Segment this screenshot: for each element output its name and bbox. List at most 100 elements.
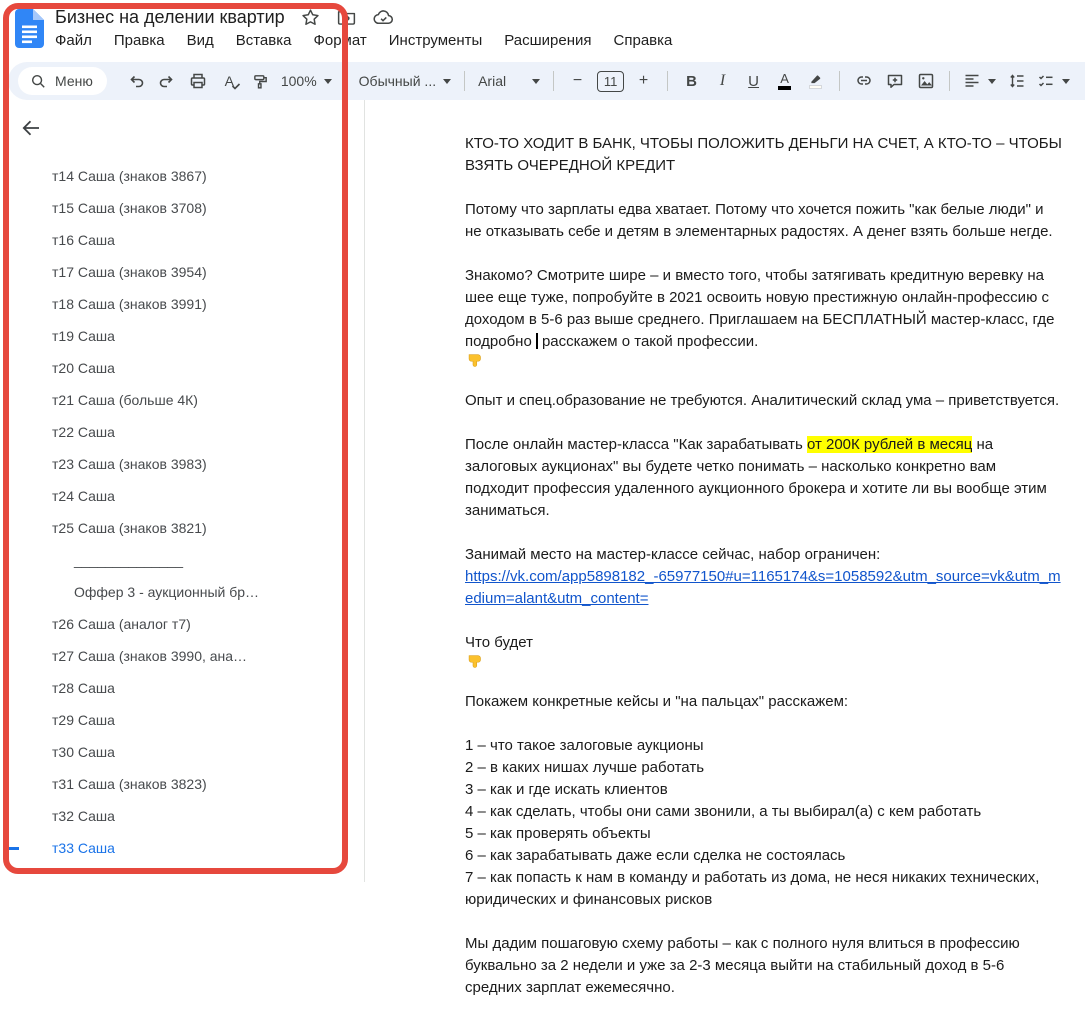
document-title[interactable]: Бизнес на делении квартир — [55, 7, 285, 28]
menu-item-0[interactable]: Файл — [55, 32, 92, 49]
menu-search-button[interactable]: Меню — [18, 67, 107, 95]
chevron-down-icon — [988, 78, 997, 84]
highlight-color-button[interactable] — [802, 68, 829, 95]
document-status-cloud-icon[interactable] — [372, 6, 395, 29]
paragraph-style-value: Обычный ... — [358, 73, 437, 89]
insert-link-button[interactable] — [850, 68, 877, 95]
zoom-select[interactable]: 100% — [276, 73, 337, 89]
outline-item[interactable]: т17 Саша (знаков 3954) — [0, 256, 364, 288]
point-down-emoji — [468, 655, 481, 668]
doc-paragraph[interactable]: Знакомо? Смотрите шире – и вместо того, … — [465, 265, 1062, 368]
outline-item[interactable]: т30 Саша — [0, 736, 364, 768]
text-color-button[interactable]: A — [771, 68, 798, 95]
move-to-folder-icon[interactable] — [336, 7, 357, 28]
outline-item[interactable]: т31 Саша (знаков 3823) — [0, 768, 364, 800]
doc-list-line[interactable]: 2 – в каких нишах лучше работать — [465, 757, 1062, 779]
print-icon — [191, 73, 206, 89]
increase-font-size-button[interactable]: + — [630, 68, 657, 95]
decrease-font-size-button[interactable]: − — [564, 68, 591, 95]
doc-list-line[interactable]: 3 – как и где искать клиентов — [465, 779, 1062, 801]
doc-list-line[interactable]: 6 – как зарабатывать даже если сделка не… — [465, 845, 1062, 867]
toolbar-divider — [839, 71, 841, 91]
signup-link[interactable]: https://vk.com/app5898182_-65977150#u=11… — [465, 568, 1061, 607]
outline-item[interactable]: т21 Саша (больше 4К) — [0, 384, 364, 416]
doc-paragraph[interactable]: После онлайн мастер-класса "Как зарабаты… — [465, 434, 1062, 522]
doc-paragraph[interactable]: Потому что зарплаты едва хватает. Потому… — [465, 199, 1062, 243]
doc-paragraph[interactable]: Мы дадим пошаговую схему работы – как с … — [465, 933, 1062, 999]
undo-button[interactable] — [123, 68, 150, 95]
point-down-emoji — [468, 354, 481, 367]
outline-item[interactable]: т32 Саша — [0, 800, 364, 832]
checklist-button[interactable] — [1032, 72, 1075, 90]
outline-item-label: т18 Саша (знаков 3991) — [52, 296, 207, 312]
doc-list-line[interactable]: 5 – как проверять объекты — [465, 823, 1062, 845]
insert-image-button[interactable] — [912, 68, 939, 95]
doc-paragraph[interactable]: Опыт и спец.образование не требуются. Ан… — [465, 390, 1062, 412]
outline-item[interactable]: Оффер 3 - аукционный бр… — [0, 576, 364, 608]
outline-item[interactable]: т22 Саша — [0, 416, 364, 448]
doc-list-line[interactable]: 7 – как попасть к нам в команду и работа… — [465, 867, 1062, 911]
menu-item-5[interactable]: Инструменты — [389, 32, 483, 49]
menu-item-7[interactable]: Справка — [614, 32, 673, 49]
line-spacing-button[interactable] — [1003, 68, 1030, 95]
doc-heading[interactable]: КТО-ТО ХОДИТ В БАНК, ЧТОБЫ ПОЛОЖИТЬ ДЕНЬ… — [465, 133, 1062, 177]
undo-icon — [130, 75, 144, 88]
outline-item[interactable]: т15 Саша (знаков 3708) — [0, 192, 364, 224]
chevron-down-icon — [443, 78, 452, 84]
bold-button[interactable]: B — [678, 68, 705, 95]
underline-button[interactable]: U — [740, 68, 767, 95]
doc-paragraph[interactable]: Что будет — [465, 632, 1062, 669]
outline-item[interactable]: т16 Саша — [0, 224, 364, 256]
outline-item-label: т23 Саша (знаков 3983) — [52, 456, 207, 472]
outline-item[interactable]: ______________ — [0, 544, 364, 576]
outline-item[interactable]: т14 Саша (знаков 3867) — [0, 160, 364, 192]
redo-icon — [160, 75, 173, 88]
doc-list-line[interactable]: 4 – как сделать, чтобы они сами звонили,… — [465, 801, 1062, 823]
outline-item-label: т15 Саша (знаков 3708) — [52, 200, 207, 216]
outline-item-label: т17 Саша (знаков 3954) — [52, 264, 207, 280]
outline-item[interactable]: т29 Саша — [0, 704, 364, 736]
italic-button[interactable]: I — [709, 68, 736, 95]
outline-item[interactable]: т20 Саша — [0, 352, 364, 384]
menu-item-1[interactable]: Правка — [114, 32, 165, 49]
star-icon[interactable] — [300, 7, 321, 28]
paragraph-style-select[interactable]: Обычный ... — [354, 73, 456, 89]
menu-item-4[interactable]: Формат — [313, 32, 366, 49]
doc-list[interactable]: 1 – что такое залоговые аукционы 2 – в ка… — [465, 735, 1062, 911]
image-icon — [918, 73, 933, 89]
google-docs-icon[interactable] — [15, 9, 44, 48]
outline-item-label: т27 Саша (знаков 3990, ана… — [52, 648, 248, 664]
document-body[interactable]: КТО-ТО ХОДИТ В БАНК, ЧТОБЫ ПОЛОЖИТЬ ДЕНЬ… — [465, 133, 1062, 1021]
link-icon — [856, 76, 871, 85]
outline-item[interactable]: т19 Саша — [0, 320, 364, 352]
text-color-icon: A — [778, 72, 792, 90]
outline-item[interactable]: т27 Саша (знаков 3990, ана… — [0, 640, 364, 672]
outline-item[interactable]: т33 Саша — [0, 832, 364, 864]
doc-paragraph[interactable]: Покажем конкретные кейсы и "на пальцах" … — [465, 691, 1062, 713]
comment-icon — [887, 74, 902, 88]
font-select[interactable]: Arial — [473, 73, 545, 89]
outline-item-label: т19 Саша — [52, 328, 115, 344]
doc-list-line[interactable]: 1 – что такое залоговые аукционы — [465, 735, 1062, 757]
checklist-icon — [1039, 75, 1053, 87]
outline-item[interactable]: т26 Саша (аналог т7) — [0, 608, 364, 640]
outline-item[interactable]: т18 Саша (знаков 3991) — [0, 288, 364, 320]
font-size-input[interactable]: 11 — [597, 70, 625, 92]
outline-item[interactable]: т28 Саша — [0, 672, 364, 704]
paint-format-button[interactable] — [247, 68, 274, 95]
outline-item[interactable]: т23 Саша (знаков 3983) — [0, 448, 364, 480]
menu-item-3[interactable]: Вставка — [236, 32, 292, 49]
add-comment-button[interactable] — [881, 68, 908, 95]
menu-item-2[interactable]: Вид — [187, 32, 214, 49]
outline-item[interactable]: т25 Саша (знаков 3821) — [0, 512, 364, 544]
align-button[interactable] — [958, 72, 1001, 90]
menu-item-6[interactable]: Расширения — [504, 32, 591, 49]
outline-item[interactable]: т24 Саша — [0, 480, 364, 512]
outline-item-label: т31 Саша (знаков 3823) — [52, 776, 207, 792]
print-button[interactable] — [185, 68, 212, 95]
close-outline-button[interactable] — [16, 113, 46, 143]
spellcheck-button[interactable]: A — [216, 68, 243, 95]
outline-list: т14 Саша (знаков 3867) т15 Саша (знаков 3… — [0, 160, 364, 864]
doc-paragraph[interactable]: Занимай место на мастер-классе сейчас, н… — [465, 544, 1062, 610]
redo-button[interactable] — [154, 68, 181, 95]
